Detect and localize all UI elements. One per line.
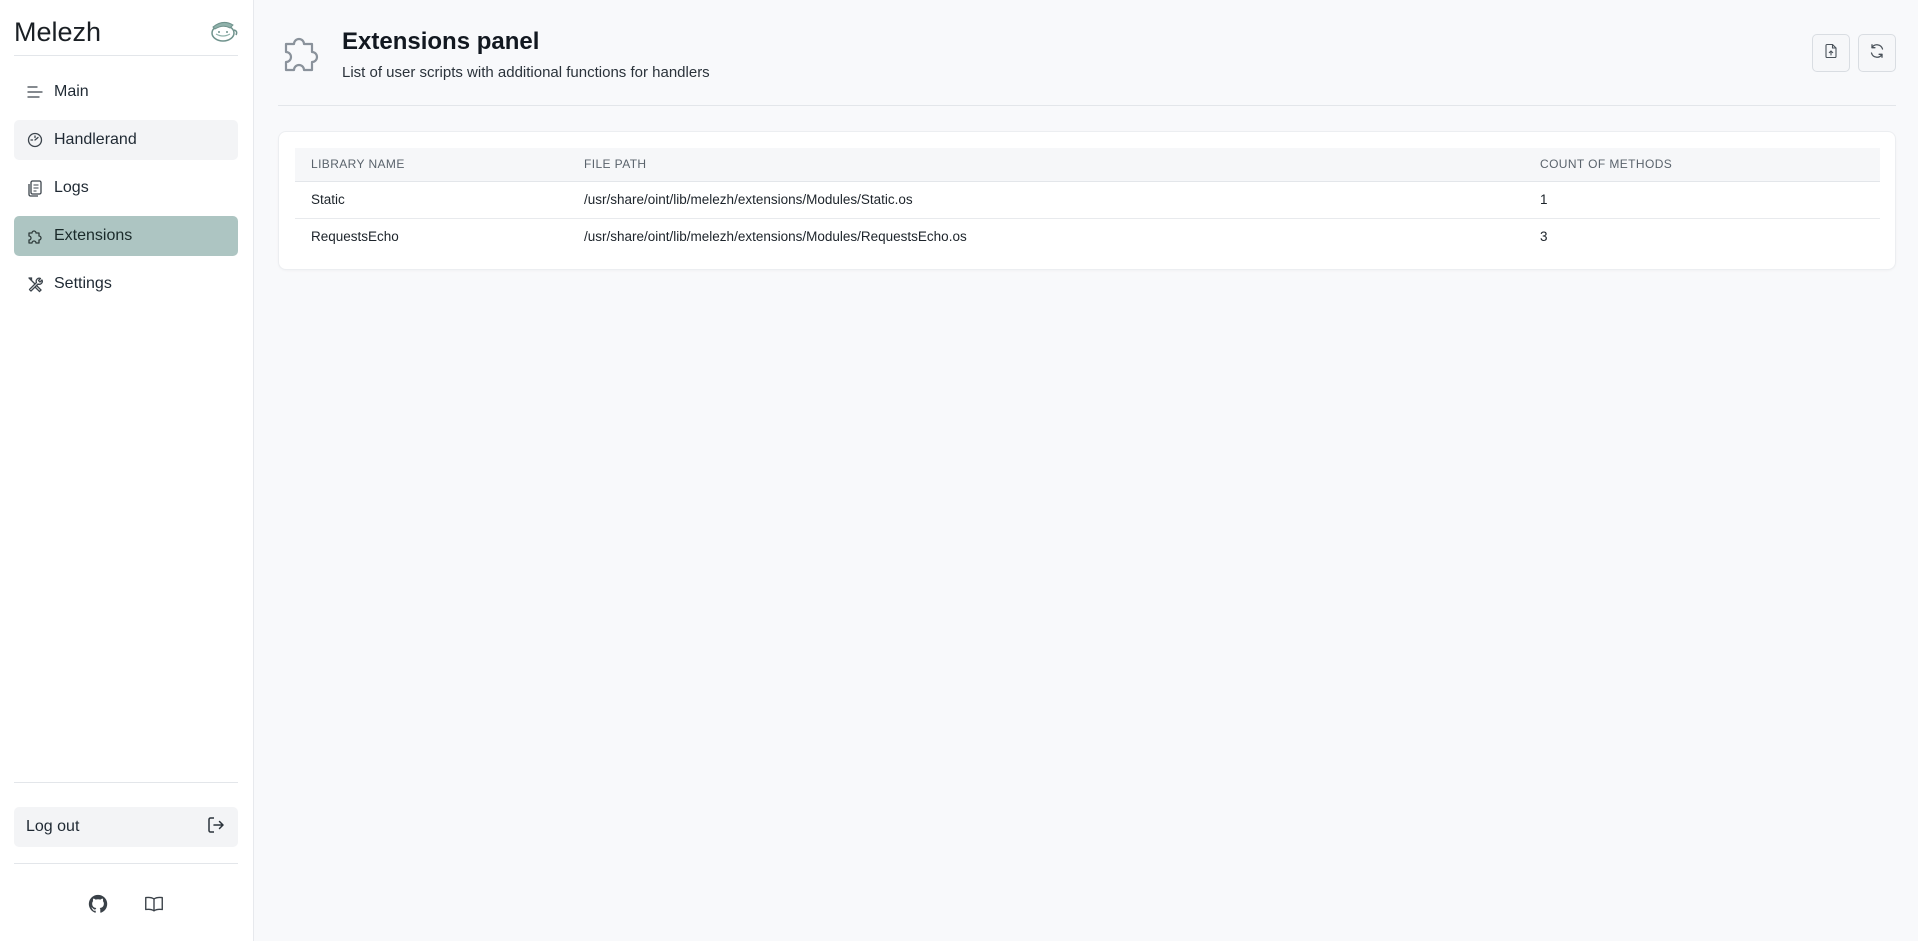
- file-path-cell: /usr/share/oint/lib/melezh/extensions/Mo…: [568, 181, 1524, 219]
- method-count-cell: 1: [1524, 181, 1880, 219]
- logout-icon: [206, 815, 226, 840]
- sidebar-nav: Main Handlerand Logs Extensions Settings: [14, 72, 238, 312]
- header-actions: [1812, 34, 1896, 72]
- dashboard-gauge-icon: [26, 131, 44, 149]
- divider: [14, 782, 238, 783]
- method-count-cell: 3: [1540, 229, 1548, 245]
- logout-label: Log out: [26, 818, 80, 835]
- puzzle-icon: [26, 227, 44, 245]
- sidebar-item-handlerand[interactable]: Handlerand: [14, 120, 238, 160]
- puzzle-icon: [280, 30, 324, 74]
- divider: [14, 863, 238, 864]
- sidebar-item-extensions[interactable]: Extensions: [14, 216, 238, 256]
- extensions-table: LIBRARY NAME FILE PATH COUNT OF METHODS …: [295, 148, 1880, 255]
- teapot-logo-icon: [208, 16, 238, 44]
- book-icon[interactable]: [142, 892, 166, 916]
- extensions-table-card: LIBRARY NAME FILE PATH COUNT OF METHODS …: [278, 131, 1896, 270]
- library-name-cell: Static: [295, 181, 568, 219]
- table-row[interactable]: RequestsEcho /usr/share/oint/lib/melezh/…: [295, 218, 1880, 255]
- sidebar: Melezh Main Handlerand Logs Extensions S…: [0, 0, 254, 941]
- column-header-file-path[interactable]: FILE PATH: [568, 148, 1524, 182]
- tools-icon: [26, 275, 44, 293]
- brand-header: Melezh: [14, 16, 238, 56]
- menu-lines-icon: [26, 83, 44, 101]
- logout-button[interactable]: Log out: [14, 807, 238, 847]
- refresh-button[interactable]: [1858, 34, 1896, 72]
- library-name-cell: RequestsEcho: [311, 229, 399, 245]
- column-header-count-of-methods[interactable]: COUNT OF METHODS: [1524, 148, 1880, 182]
- upload-file-icon: [1823, 43, 1839, 64]
- logs-documents-icon: [26, 179, 44, 197]
- app-title: Melezh: [14, 17, 102, 47]
- page-title: Extensions panel: [342, 28, 540, 55]
- table-header-row: LIBRARY NAME FILE PATH COUNT OF METHODS: [295, 148, 1880, 182]
- sidebar-item-label: Settings: [54, 275, 112, 292]
- page-subtitle: List of user scripts with additional fun…: [342, 64, 710, 81]
- sidebar-item-label: Extensions: [54, 227, 133, 244]
- column-header-library-name[interactable]: LIBRARY NAME: [295, 148, 568, 182]
- sidebar-footer: [14, 890, 238, 918]
- sidebar-item-settings[interactable]: Settings: [14, 264, 238, 304]
- sidebar-item-logs[interactable]: Logs: [14, 168, 238, 208]
- sidebar-item-label: Main: [54, 83, 89, 100]
- page-header: Extensions panel List of user scripts wi…: [278, 22, 1896, 106]
- sidebar-item-label: Handlerand: [54, 131, 137, 148]
- github-icon[interactable]: [86, 892, 110, 916]
- refresh-icon: [1869, 43, 1885, 64]
- sidebar-item-main[interactable]: Main: [14, 72, 238, 112]
- table-row[interactable]: Static /usr/share/oint/lib/melezh/extens…: [295, 181, 1880, 219]
- main-content: Extensions panel List of user scripts wi…: [254, 0, 1918, 941]
- sidebar-item-label: Logs: [54, 179, 89, 196]
- upload-extension-button[interactable]: [1812, 34, 1850, 72]
- file-path-cell: /usr/share/oint/lib/melezh/extensions/Mo…: [584, 229, 967, 245]
